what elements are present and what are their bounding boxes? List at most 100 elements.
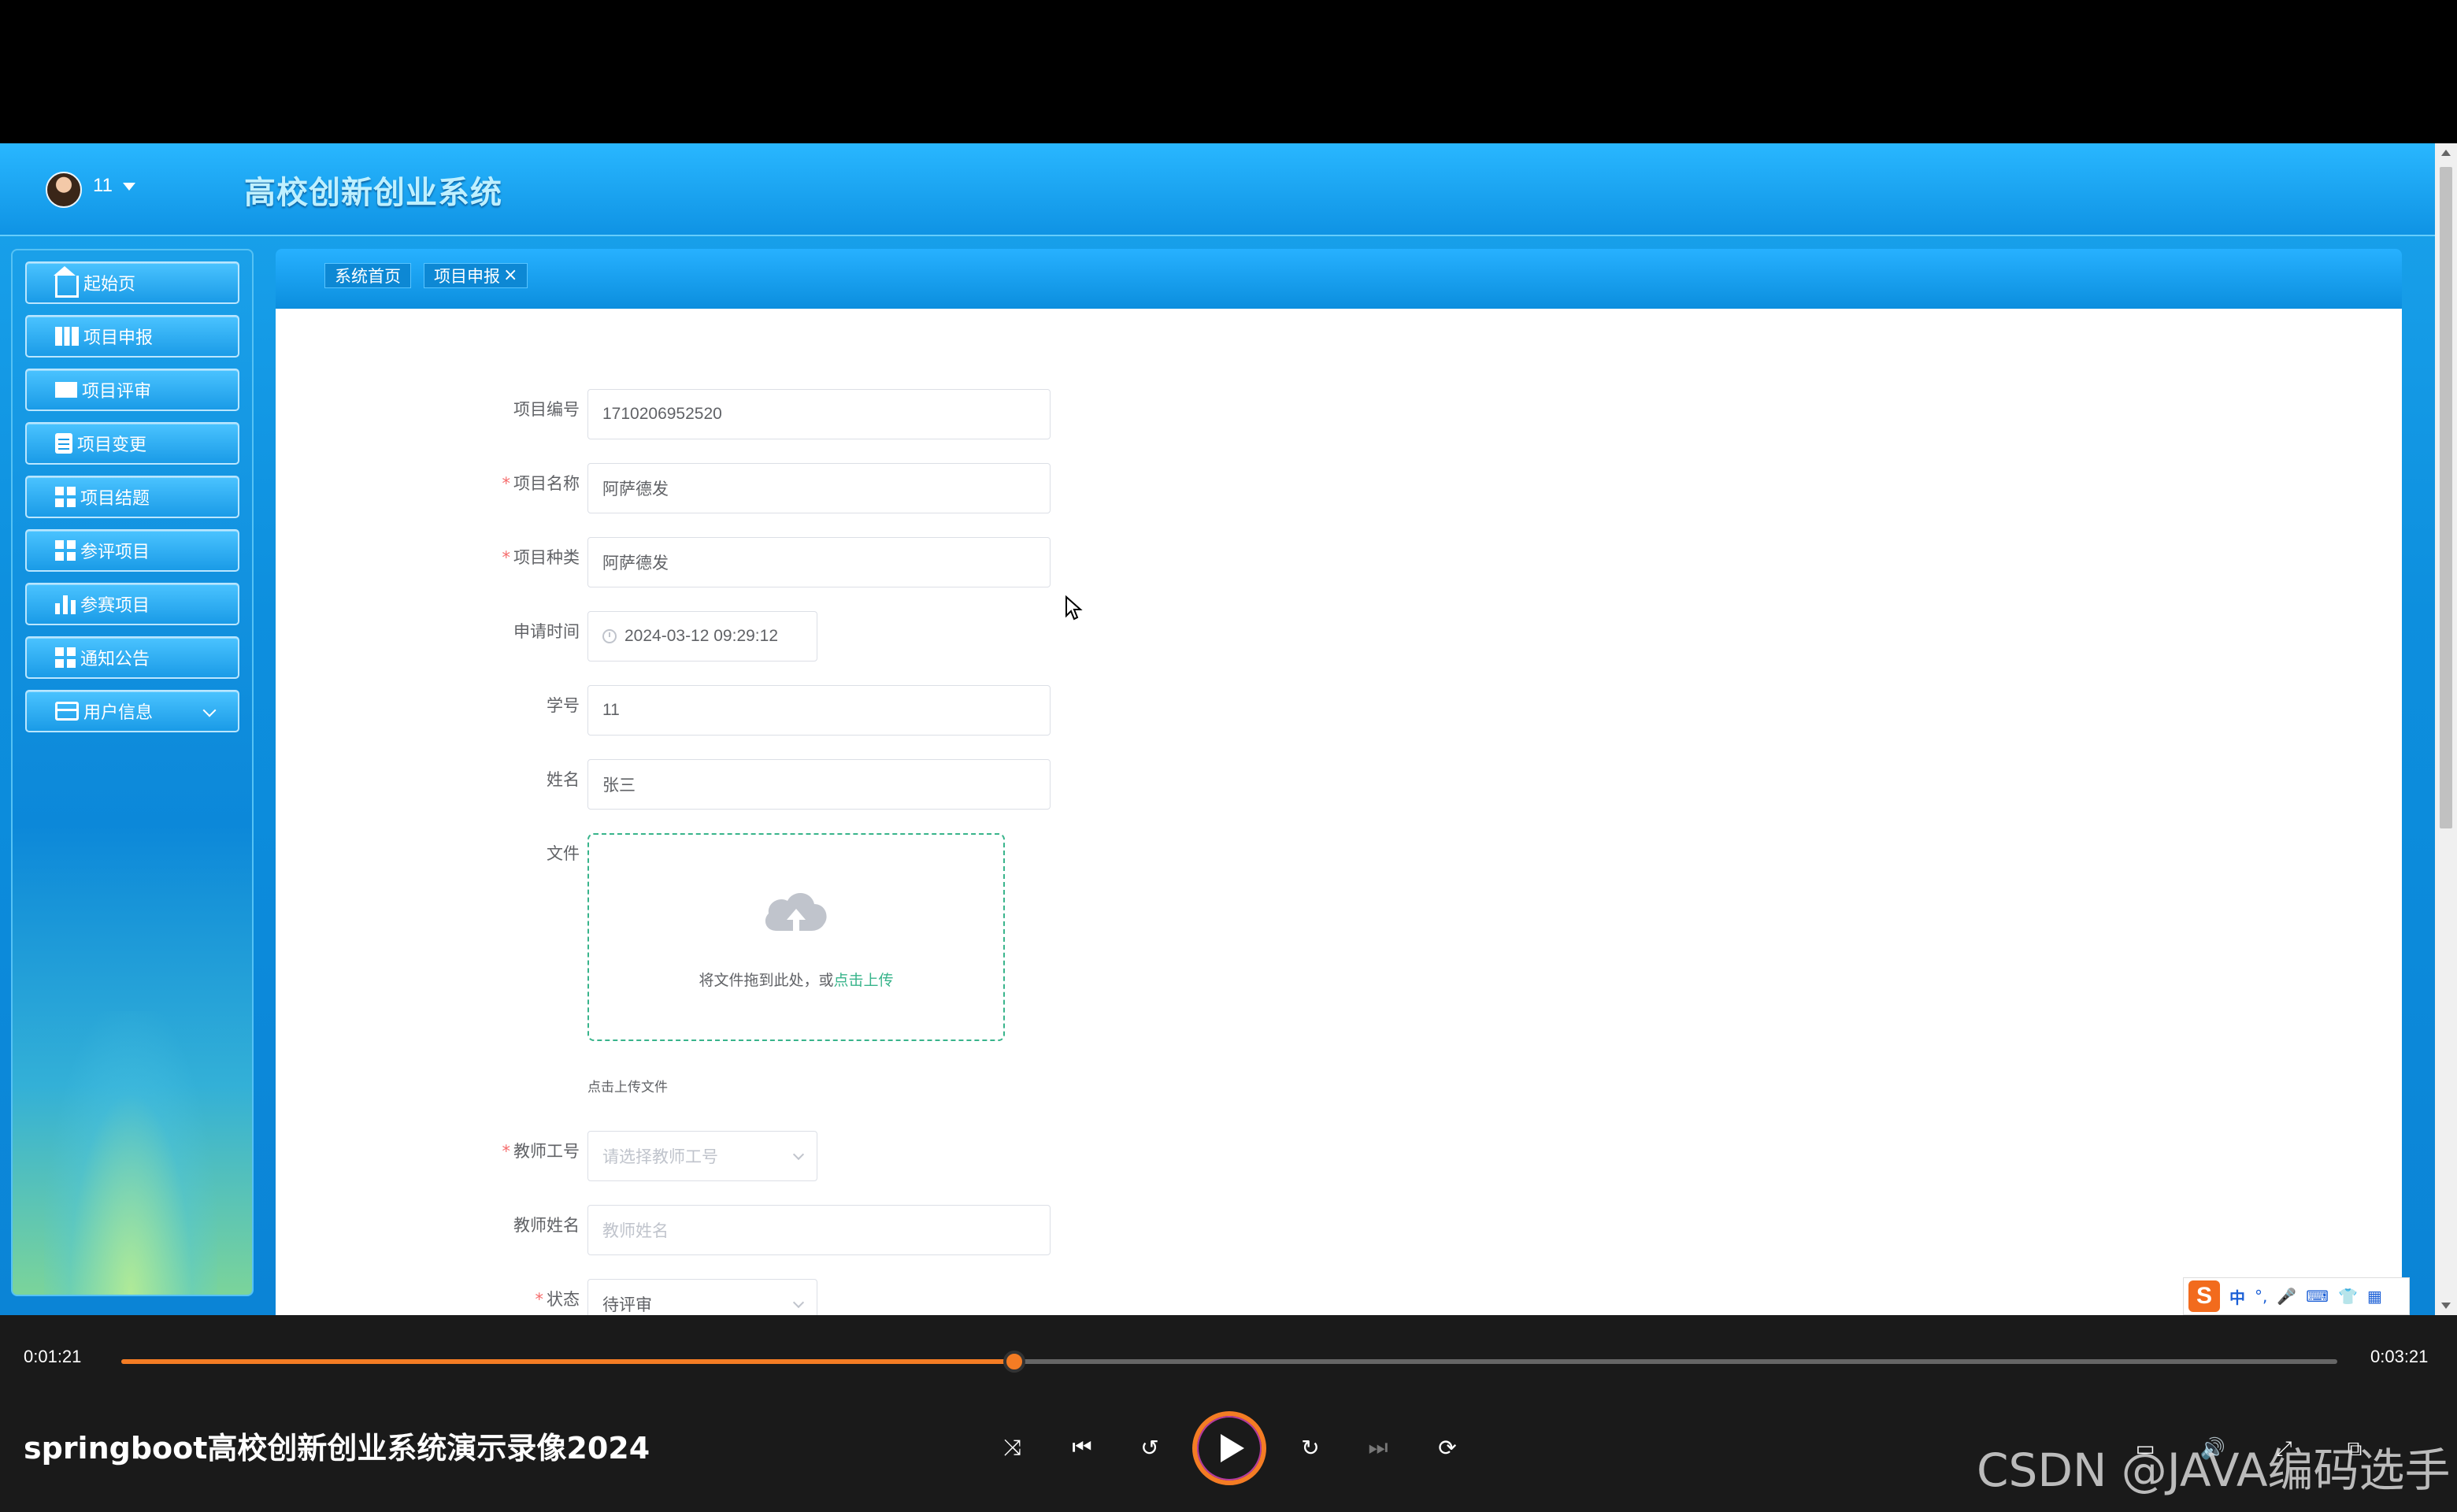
sidebar-item-user-info[interactable]: 用户信息 (25, 690, 239, 732)
project-type-label: * 项目种类 (502, 548, 580, 567)
scroll-up-icon[interactable] (2441, 150, 2451, 156)
progress-bar[interactable] (121, 1351, 2337, 1373)
sidebar-item-notices[interactable]: 通知公告 (25, 636, 239, 679)
sidebar-item-label: 起始页 (83, 275, 136, 295)
mouse-cursor-icon (1065, 595, 1083, 621)
teacher-name-label: 教师姓名 (513, 1216, 580, 1235)
name-input[interactable]: 张三 (587, 759, 1051, 810)
sidebar-item-label: 参评项目 (80, 543, 150, 562)
video-letterbox-top (0, 0, 2457, 143)
shuffle-icon[interactable]: ⤨ (997, 1432, 1028, 1463)
apply-time-picker[interactable]: 2024-03-12 09:29:12 (587, 611, 817, 662)
form-panel: 项目编号 1710206952520 * 项目名称 阿萨德发 * 项目种类 阿萨德发… (276, 309, 2402, 1315)
repeat-icon[interactable]: ⟳ (1432, 1432, 1463, 1463)
skin-icon[interactable]: 👕 (2338, 1287, 2358, 1306)
video-title: springboot高校创新创业系统演示录像2024 (24, 1431, 650, 1466)
play-icon (1221, 1434, 1244, 1462)
progress-fill (121, 1359, 1015, 1364)
teacher-no-select[interactable]: 请选择教师工号 (587, 1131, 817, 1181)
sidebar-item-label: 项目申报 (83, 328, 154, 348)
tab-home[interactable]: 系统首页 (324, 263, 411, 288)
upload-cloud-icon (765, 892, 827, 931)
home-icon (54, 266, 79, 298)
tab-label: 项目申报 (434, 267, 500, 286)
status-select[interactable]: 待评审 (587, 1279, 817, 1315)
caret-down-icon[interactable] (123, 183, 135, 191)
monitor-icon (55, 382, 77, 398)
apply-time-value: 2024-03-12 09:29:12 (624, 627, 778, 645)
current-time: 0:01:21 (24, 1347, 82, 1366)
sidebar-item-project-apply[interactable]: 项目申报 (25, 315, 239, 358)
clock-icon (602, 629, 617, 643)
close-icon[interactable]: × (503, 267, 517, 284)
clipboard-icon (55, 433, 72, 454)
project-name-input[interactable]: 阿萨德发 (587, 463, 1051, 513)
grid-icon (55, 487, 76, 507)
ime-punctuation[interactable]: °, (2255, 1287, 2267, 1306)
sidebar: 起始页 项目申报 项目评审 项目变更 项目结题 参评项目 参赛项目 通知公告 用… (11, 249, 254, 1296)
project-name-label: * 项目名称 (502, 474, 580, 493)
bar-chart-icon (55, 594, 76, 614)
sidebar-item-project-change[interactable]: 项目变更 (25, 422, 239, 465)
scroll-down-icon[interactable] (2441, 1303, 2451, 1309)
tab-label: 系统首页 (335, 267, 401, 286)
next-icon[interactable]: ⏭ (1362, 1432, 1394, 1463)
book-icon (55, 327, 79, 346)
video-player: 0:01:21 0:03:21 springboot高校创新创业系统演示录像20… (0, 1315, 2457, 1512)
project-no-label: 项目编号 (513, 400, 580, 419)
student-no-input[interactable]: 11 (587, 685, 1051, 736)
sidebar-item-home[interactable]: 起始页 (25, 261, 239, 304)
progress-handle[interactable] (1003, 1351, 1026, 1373)
grid-icon (55, 647, 76, 668)
chevron-down-icon (792, 1148, 805, 1161)
rewind-10-icon[interactable]: ↺ (1134, 1432, 1166, 1463)
keyboard-icon[interactable]: ⌨ (2306, 1287, 2329, 1306)
ime-language[interactable]: 中 (2229, 1285, 2245, 1308)
teacher-no-label: * 教师工号 (502, 1142, 580, 1161)
name-label: 姓名 (547, 770, 580, 789)
sogou-logo: S (2188, 1280, 2220, 1312)
scrollbar-thumb[interactable] (2440, 167, 2452, 828)
page-scrollbar[interactable] (2435, 143, 2457, 1315)
grid-icon (55, 540, 76, 561)
sidebar-item-competition-projects[interactable]: 参赛项目 (25, 583, 239, 625)
sidebar-item-label: 项目变更 (77, 435, 147, 455)
app-header: 11 高校创新创业系统 (0, 143, 2435, 236)
apply-time-label: 申请时间 (513, 622, 580, 641)
student-no-label: 学号 (547, 696, 580, 715)
teacher-name-input[interactable]: 教师姓名 (587, 1205, 1051, 1255)
file-upload-dropzone[interactable]: 将文件拖到此处，或点击上传 (587, 833, 1005, 1041)
sidebar-item-project-conclusion[interactable]: 项目结题 (25, 476, 239, 518)
upload-tip: 点击上传文件 (587, 1080, 668, 1095)
ime-toolbar[interactable]: S 中 °, 🎤 ⌨ 👕 ▦ (2183, 1277, 2410, 1315)
tab-project-apply[interactable]: 项目申报 × (424, 263, 528, 288)
total-time: 0:03:21 (2370, 1347, 2429, 1366)
sidebar-item-project-review[interactable]: 项目评审 (25, 369, 239, 411)
app-window: 11 高校创新创业系统 起始页 项目申报 项目评审 项目变更 项目结题 参评项目 (0, 143, 2435, 1315)
project-no-input[interactable]: 1710206952520 (587, 389, 1051, 439)
avatar[interactable] (46, 172, 82, 208)
microphone-icon[interactable]: 🎤 (2277, 1287, 2296, 1306)
chevron-down-icon (792, 1296, 805, 1309)
chevron-down-icon (202, 703, 217, 717)
forward-30-icon[interactable]: ↻ (1295, 1432, 1326, 1463)
app-title: 高校创新创业系统 (244, 175, 502, 211)
project-type-input[interactable]: 阿萨德发 (587, 537, 1051, 587)
sidebar-item-label: 参赛项目 (80, 596, 150, 616)
sidebar-item-label: 用户信息 (83, 703, 154, 723)
play-button[interactable] (1192, 1411, 1266, 1485)
file-label: 文件 (547, 844, 580, 863)
wallet-icon (55, 702, 79, 721)
sidebar-item-evaluation-projects[interactable]: 参评项目 (25, 529, 239, 572)
status-label: * 状态 (535, 1290, 580, 1309)
previous-icon[interactable]: ⏮ (1066, 1432, 1098, 1463)
sidebar-item-label: 项目评审 (82, 382, 152, 402)
apps-icon[interactable]: ▦ (2367, 1287, 2382, 1306)
sidebar-item-label: 通知公告 (80, 650, 150, 669)
sidebar-decoration (44, 1011, 217, 1295)
upload-click-link[interactable]: 点击上传 (834, 972, 894, 989)
tab-bar: 系统首页 项目申报 × (276, 249, 2402, 309)
watermark: CSDN @JAVA编码选手 (1977, 1443, 2451, 1497)
upload-instructions: 将文件拖到此处，或点击上传 (699, 972, 894, 989)
username[interactable]: 11 (93, 175, 113, 197)
